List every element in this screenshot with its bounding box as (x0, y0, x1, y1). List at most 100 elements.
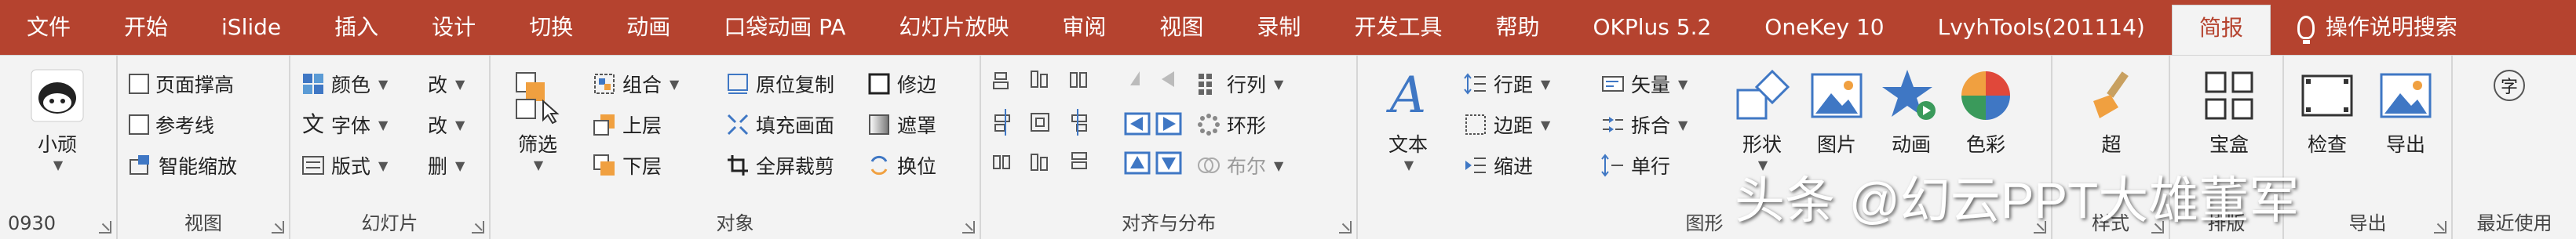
select-filter-icon (509, 67, 567, 125)
picture-button[interactable]: 图片 (1805, 67, 1868, 158)
user-button[interactable]: 小顽 ▼ (14, 67, 100, 172)
rows-columns-button[interactable]: 行列 ▼ (1197, 70, 1283, 98)
chevron-down-icon: ▼ (1274, 76, 1284, 92)
char-label: 字 (2500, 78, 2518, 97)
single-line-button[interactable]: 单行 (1601, 151, 1670, 179)
fullscreen-crop-button[interactable]: 全屏裁剪 (726, 151, 834, 179)
color-wheel-icon (1957, 67, 2015, 125)
chevron-down-icon: ▼ (455, 158, 465, 173)
tab-jianbao[interactable]: 简报 (2171, 5, 2271, 55)
slide-font-button[interactable]: 文字体 ▼ (301, 110, 388, 139)
tab-home[interactable]: 开始 (97, 0, 195, 55)
tab-pocket-animation[interactable]: 口袋动画 PA (697, 0, 872, 55)
star-animation-icon (1882, 67, 1940, 125)
split-merge-label: 拆合 (1631, 114, 1671, 137)
checkbox-icon (129, 114, 149, 135)
tell-me-search[interactable]: 操作说明搜索 (2271, 0, 2484, 55)
duplicate-in-place-button[interactable]: 原位复制 (726, 70, 834, 98)
trim-edge-button[interactable]: 修边 (867, 70, 936, 98)
swap-label: 换位 (897, 155, 937, 178)
animation-button[interactable]: 动画 (1880, 67, 1943, 158)
margin-button[interactable]: 边距 ▼ (1464, 110, 1550, 139)
chevron-down-icon: ▼ (1403, 158, 1414, 172)
color-grid-icon (301, 72, 325, 96)
dialog-launcher-icon[interactable] (272, 221, 284, 234)
guides-checkbox[interactable]: 参考线 (129, 110, 214, 139)
fill-canvas-button[interactable]: 填充画面 (726, 110, 834, 139)
dialog-launcher-icon[interactable] (2434, 221, 2446, 234)
tab-okplus[interactable]: OKPlus 5.2 (1566, 0, 1738, 55)
user-label: 小顽 (37, 133, 77, 156)
bring-forward-button[interactable]: 上层 (593, 110, 662, 139)
slide-color-button[interactable]: 颜色 ▼ (301, 70, 388, 98)
page-stretch-checkbox[interactable]: 页面撑高 (129, 70, 234, 98)
fill-canvas-icon (726, 113, 750, 136)
picture-icon (1808, 67, 1866, 125)
group-label: 组合 (622, 74, 662, 96)
mask-button[interactable]: 遮罩 (867, 110, 936, 139)
group-align: 行列 ▼ 环形 布尔 ▼ 对齐与分布 (981, 56, 1358, 239)
tab-view[interactable]: 视图 (1133, 0, 1230, 55)
char-button[interactable]: 字 (2494, 70, 2525, 101)
slide-layout-button[interactable]: 版式 ▼ (301, 151, 388, 179)
line-spacing-button[interactable]: 行距 ▼ (1464, 70, 1550, 98)
check-button[interactable]: 检查 (2292, 67, 2363, 158)
group-recent: 字 最近使用 (2453, 56, 2576, 239)
tab-animations[interactable]: 动画 (600, 0, 697, 55)
dialog-launcher-icon[interactable] (472, 221, 484, 234)
group-button[interactable]: 组合 ▼ (593, 70, 679, 98)
shape-button[interactable]: 形状 ▼ (1731, 67, 1793, 172)
modify-font-button[interactable]: 改 ▼ (428, 110, 465, 139)
tab-slideshow[interactable]: 幻灯片放映 (872, 0, 1035, 55)
group-label-view: 视图 (184, 212, 222, 234)
indent-label: 缩进 (1494, 155, 1534, 178)
dialog-launcher-icon[interactable] (1339, 221, 1352, 234)
tab-review[interactable]: 审阅 (1035, 0, 1133, 55)
tab-design[interactable]: 设计 (405, 0, 502, 55)
tab-file[interactable]: 文件 (0, 0, 97, 55)
group-label-export: 导出 (2348, 212, 2387, 234)
animation-label: 动画 (1891, 133, 1931, 156)
export-button[interactable]: 导出 (2370, 67, 2441, 158)
chevron-down-icon: ▼ (455, 117, 465, 132)
mask-icon (867, 113, 891, 136)
dialog-launcher-icon[interactable] (99, 221, 111, 234)
align-icon-grid (991, 68, 1108, 194)
modify-color-label: 改 (428, 74, 448, 96)
tab-lvyhtools[interactable]: LvyhTools(201114) (1911, 0, 2172, 55)
ring-icon (1197, 113, 1220, 136)
slide-font-label: 字体 (331, 114, 371, 137)
line-spacing-icon (1464, 72, 1487, 96)
tab-developer[interactable]: 开发工具 (1327, 0, 1469, 55)
group-objects: 筛选 ▼ 组合 ▼ 上层 下层 原位复制 填充画面 全屏裁剪 修边 遮罩 换位 对… (491, 56, 981, 239)
color-button[interactable]: 色彩 (1954, 67, 2017, 158)
filter-button[interactable]: 筛选 ▼ (506, 67, 569, 172)
tab-insert[interactable]: 插入 (308, 0, 405, 55)
text-a-icon: A (1389, 67, 1427, 125)
text-button[interactable]: A 文本 ▼ (1377, 67, 1439, 172)
tab-onekey[interactable]: OneKey 10 (1738, 0, 1910, 55)
split-merge-button[interactable]: 拆合 ▼ (1601, 110, 1688, 139)
chevron-down-icon: ▼ (1274, 158, 1284, 173)
vector-button[interactable]: 矢量 ▼ (1601, 70, 1688, 98)
ring-button[interactable]: 环形 (1197, 110, 1266, 139)
smart-zoom-button[interactable]: 智能缩放 (129, 151, 237, 179)
chevron-down-icon: ▼ (1541, 117, 1551, 132)
indent-button[interactable]: 缩进 (1464, 151, 1533, 179)
split-merge-icon (1601, 113, 1625, 136)
duplicate-label: 原位复制 (756, 74, 835, 96)
send-backward-button[interactable]: 下层 (593, 151, 662, 179)
delete-layout-button[interactable]: 删 ▼ (428, 151, 465, 179)
boolean-button[interactable]: 布尔 ▼ (1197, 151, 1283, 179)
toolbox-button[interactable]: 宝盒 (2194, 67, 2264, 158)
modify-color-button[interactable]: 改 ▼ (428, 70, 465, 98)
swap-button[interactable]: 换位 (867, 151, 936, 179)
tab-record[interactable]: 录制 (1230, 0, 1327, 55)
slide-color-label: 颜色 (331, 74, 371, 96)
tab-islide[interactable]: iSlide (195, 0, 308, 55)
dialog-launcher-icon[interactable] (962, 221, 975, 234)
super-button[interactable]: 超 (2076, 67, 2147, 158)
tab-transitions[interactable]: 切换 (502, 0, 600, 55)
boolean-label: 布尔 (1227, 155, 1267, 178)
tab-help[interactable]: 帮助 (1469, 0, 1566, 55)
